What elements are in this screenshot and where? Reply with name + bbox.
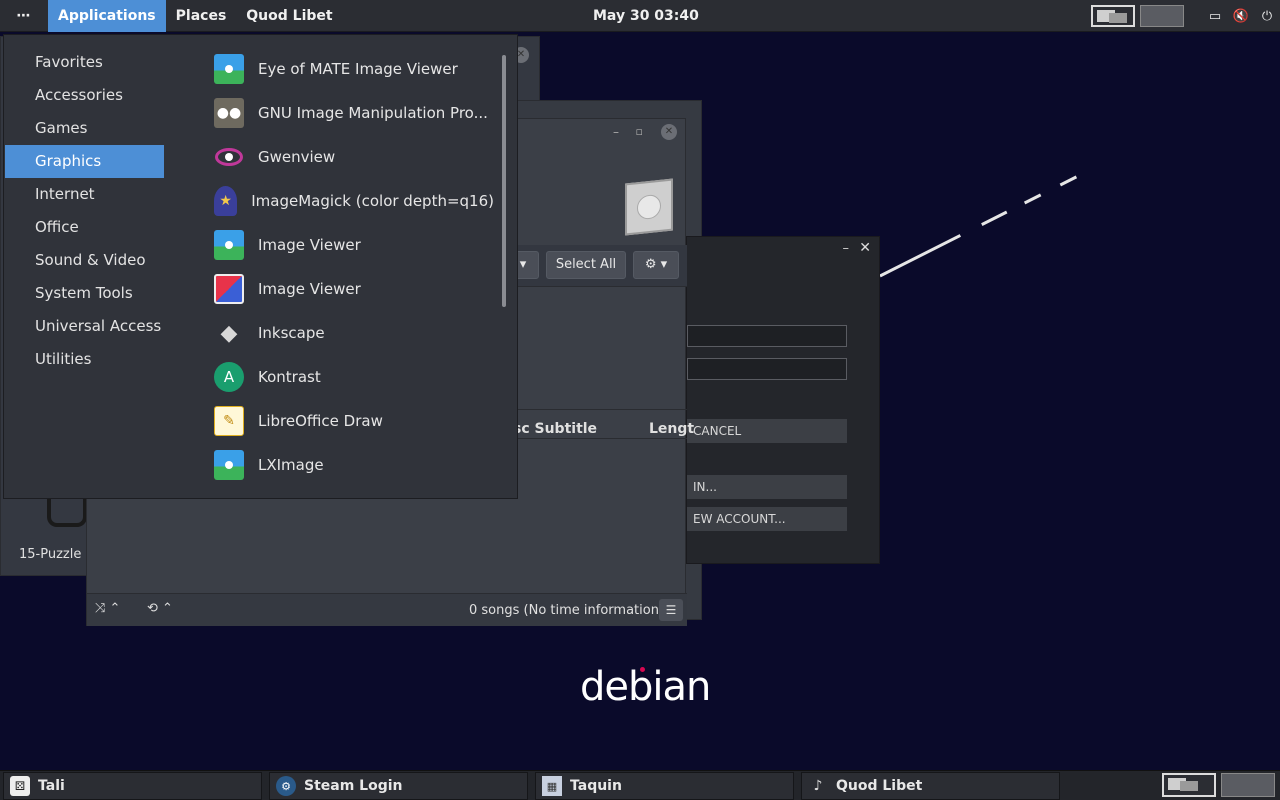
app-label: Inkscape [258, 324, 325, 342]
libreoffice-draw-icon: ✎ [214, 406, 244, 436]
category-office[interactable]: Office [5, 211, 164, 244]
active-app-menu[interactable]: Quod Libet [236, 0, 342, 32]
category-games[interactable]: Games [5, 112, 164, 145]
workspace-switcher-2[interactable] [1221, 773, 1275, 797]
gwenview-eye-icon [214, 142, 244, 172]
image-viewer-icon [214, 54, 244, 84]
image-viewer-alt-icon [214, 274, 244, 304]
kontrast-icon: A [214, 362, 244, 392]
app-image-viewer-1[interactable]: Image Viewer [214, 223, 494, 267]
app-label: ImageMagick (color depth=q16) [251, 192, 494, 210]
bottom-panel: ⚄ Tali ⚙ Steam Login ▦ Taquin ♪ Quod Lib… [0, 770, 1280, 800]
settings-gear-button[interactable]: ⚙ ▾ [633, 251, 679, 279]
password-field[interactable] [687, 358, 847, 380]
app-label: Kontrast [258, 368, 321, 386]
category-favorites[interactable]: Favorites [5, 46, 164, 79]
top-panel: ⋯ Applications Places Quod Libet May 30 … [0, 0, 1280, 32]
app-image-viewer-2[interactable]: Image Viewer [214, 267, 494, 311]
puzzle-window-title: 15-Puzzle [19, 547, 82, 562]
app-gimp[interactable]: ●● GNU Image Manipulation Pro... [214, 91, 494, 135]
taskbar-tali[interactable]: ⚄ Tali [3, 772, 262, 800]
taskbar-label: Tali [38, 778, 65, 794]
quod-libet-icon: ♪ [813, 778, 823, 794]
app-label: Image Viewer [258, 280, 361, 298]
category-sound-video[interactable]: Sound & Video [5, 244, 164, 277]
taskbar-taquin[interactable]: ▦ Taquin [535, 772, 794, 800]
taskbar-quod-libet[interactable]: ♪ Quod Libet [801, 772, 1060, 800]
image-viewer-icon [214, 450, 244, 480]
workspace-switcher-1[interactable] [1162, 773, 1216, 797]
app-libreoffice-draw[interactable]: ✎ LibreOffice Draw [214, 399, 494, 443]
workspace-1[interactable] [1091, 5, 1135, 27]
app-label: Eye of MATE Image Viewer [258, 60, 458, 78]
power-icon[interactable]: ⏻ [1254, 0, 1280, 32]
category-graphics[interactable]: Graphics [5, 145, 164, 178]
debian-logo: debian [580, 664, 711, 710]
column-header-length[interactable]: Lengt [649, 421, 694, 437]
app-label: LXImage [258, 456, 324, 474]
taskbar-label: Quod Libet [836, 778, 923, 794]
category-system-tools[interactable]: System Tools [5, 277, 164, 310]
taskbar-label: Steam Login [304, 778, 403, 794]
dice-icon: ⚄ [10, 776, 30, 796]
taskbar-steam-login[interactable]: ⚙ Steam Login [269, 772, 528, 800]
app-label: GNU Image Manipulation Pro... [258, 104, 488, 122]
volume-muted-icon[interactable]: 🔇 [1228, 0, 1254, 32]
maximize-icon[interactable]: ▫ [636, 125, 643, 138]
clock[interactable]: May 30 03:40 [593, 0, 699, 32]
shuffle-icon[interactable]: ⤨ ⌃ [95, 601, 135, 621]
category-universal-access[interactable]: Universal Access [5, 310, 164, 343]
category-accessories[interactable]: Accessories [5, 79, 164, 112]
app-gwenview[interactable]: Gwenview [214, 135, 494, 179]
app-kontrast[interactable]: A Kontrast [214, 355, 494, 399]
minimize-icon[interactable]: – [613, 125, 619, 139]
app-inkscape[interactable]: ◆ Inkscape [214, 311, 494, 355]
steam-login-window[interactable]: – ✕ CANCEL IN... EW ACCOUNT... [686, 236, 880, 564]
create-account-button[interactable]: EW ACCOUNT... [687, 507, 847, 531]
app-label: Gwenview [258, 148, 336, 166]
steam-icon: ⚙ [276, 776, 296, 796]
gimp-icon: ●● [214, 98, 244, 128]
activities-dots-icon[interactable]: ⋯ [0, 0, 48, 32]
applications-menu-button[interactable]: Applications [48, 0, 166, 32]
category-internet[interactable]: Internet [5, 178, 164, 211]
login-button[interactable]: IN... [687, 475, 847, 499]
status-text: 0 songs (No time information) [469, 603, 665, 618]
image-viewer-icon [214, 230, 244, 260]
minimize-icon[interactable]: – [843, 241, 850, 256]
taskbar-label: Taquin [570, 778, 622, 794]
wizard-hat-icon: ★ [214, 186, 238, 216]
browser-list-icon[interactable]: ☰ [659, 599, 683, 621]
app-lximage[interactable]: LXImage [214, 443, 494, 487]
inkscape-icon: ◆ [220, 320, 238, 346]
album-cover-icon [625, 178, 673, 236]
repeat-icon[interactable]: ⟲ ⌃ [147, 601, 187, 621]
close-icon[interactable]: ✕ [859, 240, 871, 256]
select-all-button[interactable]: Select All [546, 251, 626, 279]
menu-scrollbar[interactable] [502, 55, 506, 307]
taquin-icon: ▦ [542, 776, 562, 796]
app-imagemagick[interactable]: ★ ImageMagick (color depth=q16) [214, 179, 494, 223]
app-label: Image Viewer [258, 236, 361, 254]
places-menu-button[interactable]: Places [166, 0, 237, 32]
app-eye-of-mate[interactable]: Eye of MATE Image Viewer [214, 47, 494, 91]
debian-logo-dot [640, 667, 645, 672]
workspace-2[interactable] [1140, 5, 1184, 27]
applications-menu: Favorites Accessories Games Graphics Int… [3, 34, 518, 499]
close-icon[interactable]: ✕ [661, 124, 677, 140]
column-header-disc-subtitle[interactable]: sc Subtitle [513, 421, 597, 437]
cancel-button[interactable]: CANCEL [687, 419, 847, 443]
category-utilities[interactable]: Utilities [5, 343, 164, 376]
app-label: LibreOffice Draw [258, 412, 383, 430]
username-field[interactable] [687, 325, 847, 347]
display-icon[interactable]: ▭ [1202, 0, 1228, 32]
